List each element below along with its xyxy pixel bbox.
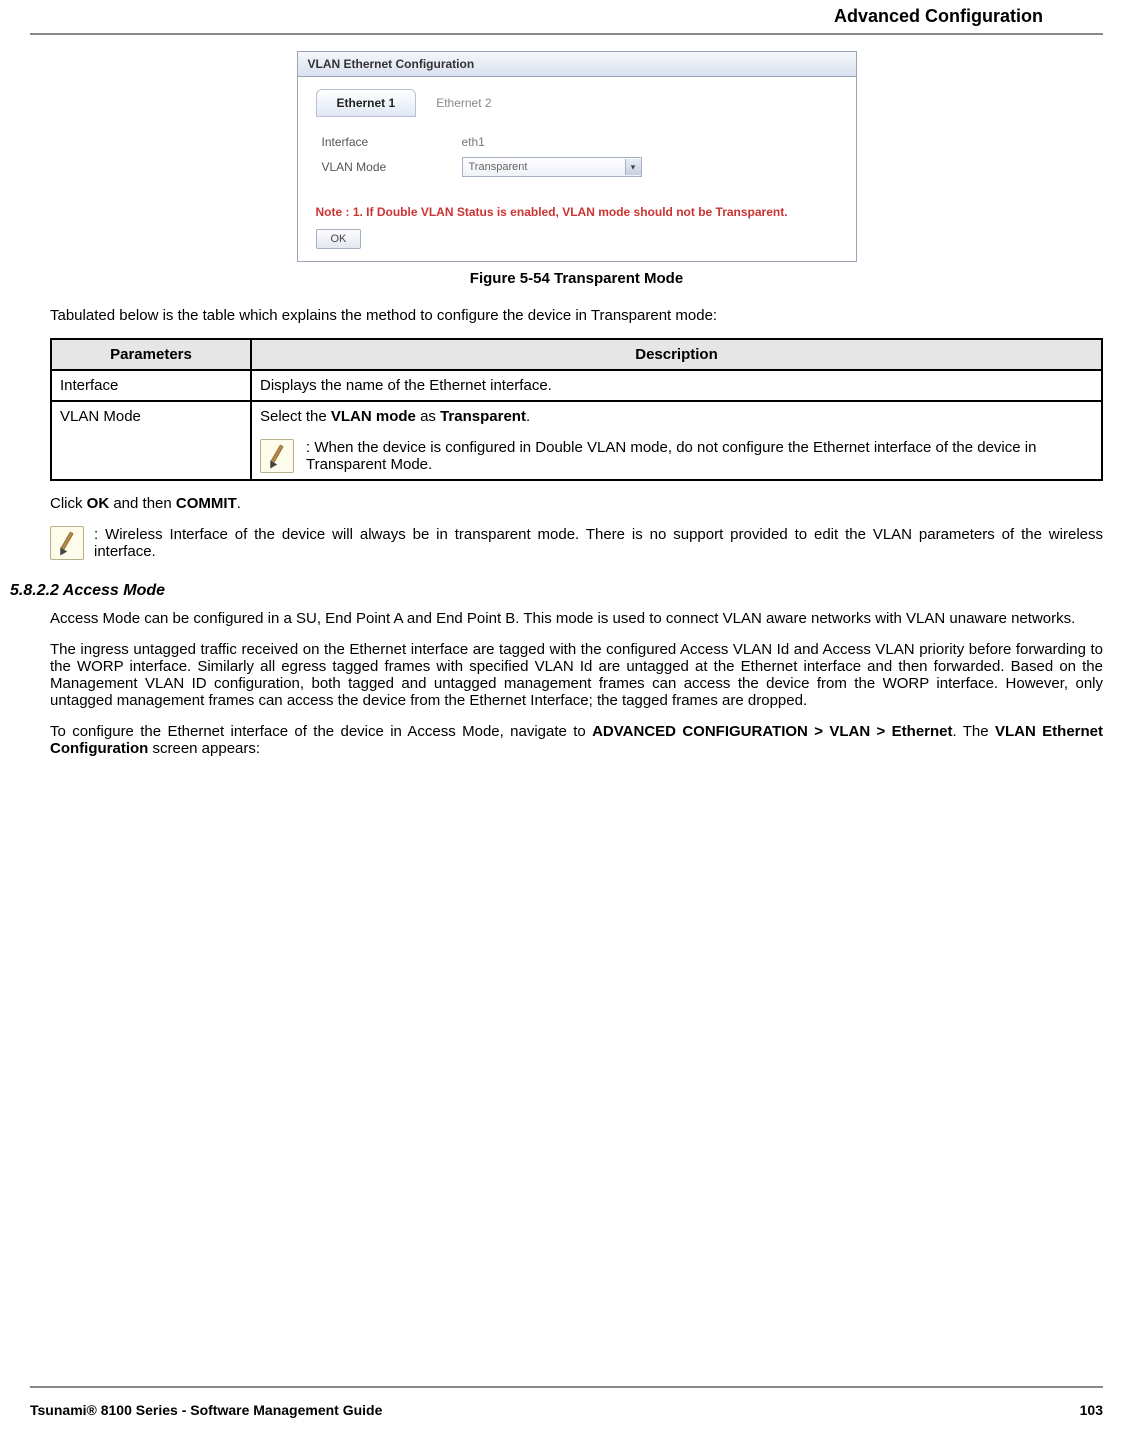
vlan-config-panel: VLAN Ethernet Configuration Ethernet 1 E… [297,51,857,262]
desc-suffix: . [526,408,530,425]
page-header: Advanced Configuration [30,0,1103,33]
desc-bold1: VLAN mode [331,408,416,425]
cell-interface-param: Interface [51,370,251,401]
note-icon [260,439,294,473]
vlanmode-note: : When the device is configured in Doubl… [306,439,1093,473]
ok-button[interactable]: OK [316,229,362,249]
interface-value: eth1 [462,135,485,149]
note-icon [50,526,84,560]
click-prefix: Click [50,495,87,512]
click-ok: OK [87,495,110,512]
divider-top [30,33,1103,35]
interface-label: Interface [322,135,462,149]
p3-bold: ADVANCED CONFIGURATION > VLAN > Ethernet [592,723,952,740]
cell-vlanmode-param: VLAN Mode [51,401,251,480]
desc-bold2: Transparent [440,408,526,425]
table-row: Interface Displays the name of the Ether… [51,370,1102,401]
vlanmode-label: VLAN Mode [322,160,462,174]
panel-note: Note : 1. If Double VLAN Status is enabl… [316,205,838,219]
table-row: VLAN Mode Select the VLAN mode as Transp… [51,401,1102,480]
desc-prefix: Select the [260,408,331,425]
vlanmode-select-value: Transparent [469,161,528,173]
desc-mid: as [416,408,440,425]
access-p3: To configure the Ethernet interface of t… [50,723,1103,757]
th-parameters: Parameters [51,339,251,370]
tab-ethernet1[interactable]: Ethernet 1 [316,89,417,117]
p3-mid: . The [953,723,995,740]
th-description: Description [251,339,1102,370]
footer-left: Tsunami® 8100 Series - Software Manageme… [30,1402,382,1418]
click-ok-commit: Click OK and then COMMIT. [50,495,1103,512]
wireless-note: : Wireless Interface of the device will … [94,526,1103,560]
access-p2: The ingress untagged traffic received on… [50,641,1103,709]
intro-text: Tabulated below is the table which expla… [50,307,1103,324]
cell-interface-desc: Displays the name of the Ethernet interf… [251,370,1102,401]
access-p1: Access Mode can be configured in a SU, E… [50,610,1103,627]
click-commit: COMMIT [176,495,237,512]
parameters-table: Parameters Description Interface Display… [50,338,1103,481]
tab-ethernet2[interactable]: Ethernet 2 [416,89,511,117]
footer-page-number: 103 [1080,1402,1103,1418]
section-heading-access-mode: 5.8.2.2 Access Mode [10,582,1103,600]
click-suffix: . [237,495,241,512]
divider-bottom [30,1386,1103,1388]
panel-title: VLAN Ethernet Configuration [298,52,856,77]
cell-vlanmode-desc: Select the VLAN mode as Transparent. : W… [251,401,1102,480]
vlanmode-select[interactable]: Transparent ▾ [462,157,642,177]
chevron-down-icon: ▾ [625,159,641,175]
p3-prefix: To configure the Ethernet interface of t… [50,723,592,740]
p3-suffix: screen appears: [148,740,260,757]
click-mid: and then [109,495,176,512]
figure-caption: Figure 5-54 Transparent Mode [50,270,1103,287]
